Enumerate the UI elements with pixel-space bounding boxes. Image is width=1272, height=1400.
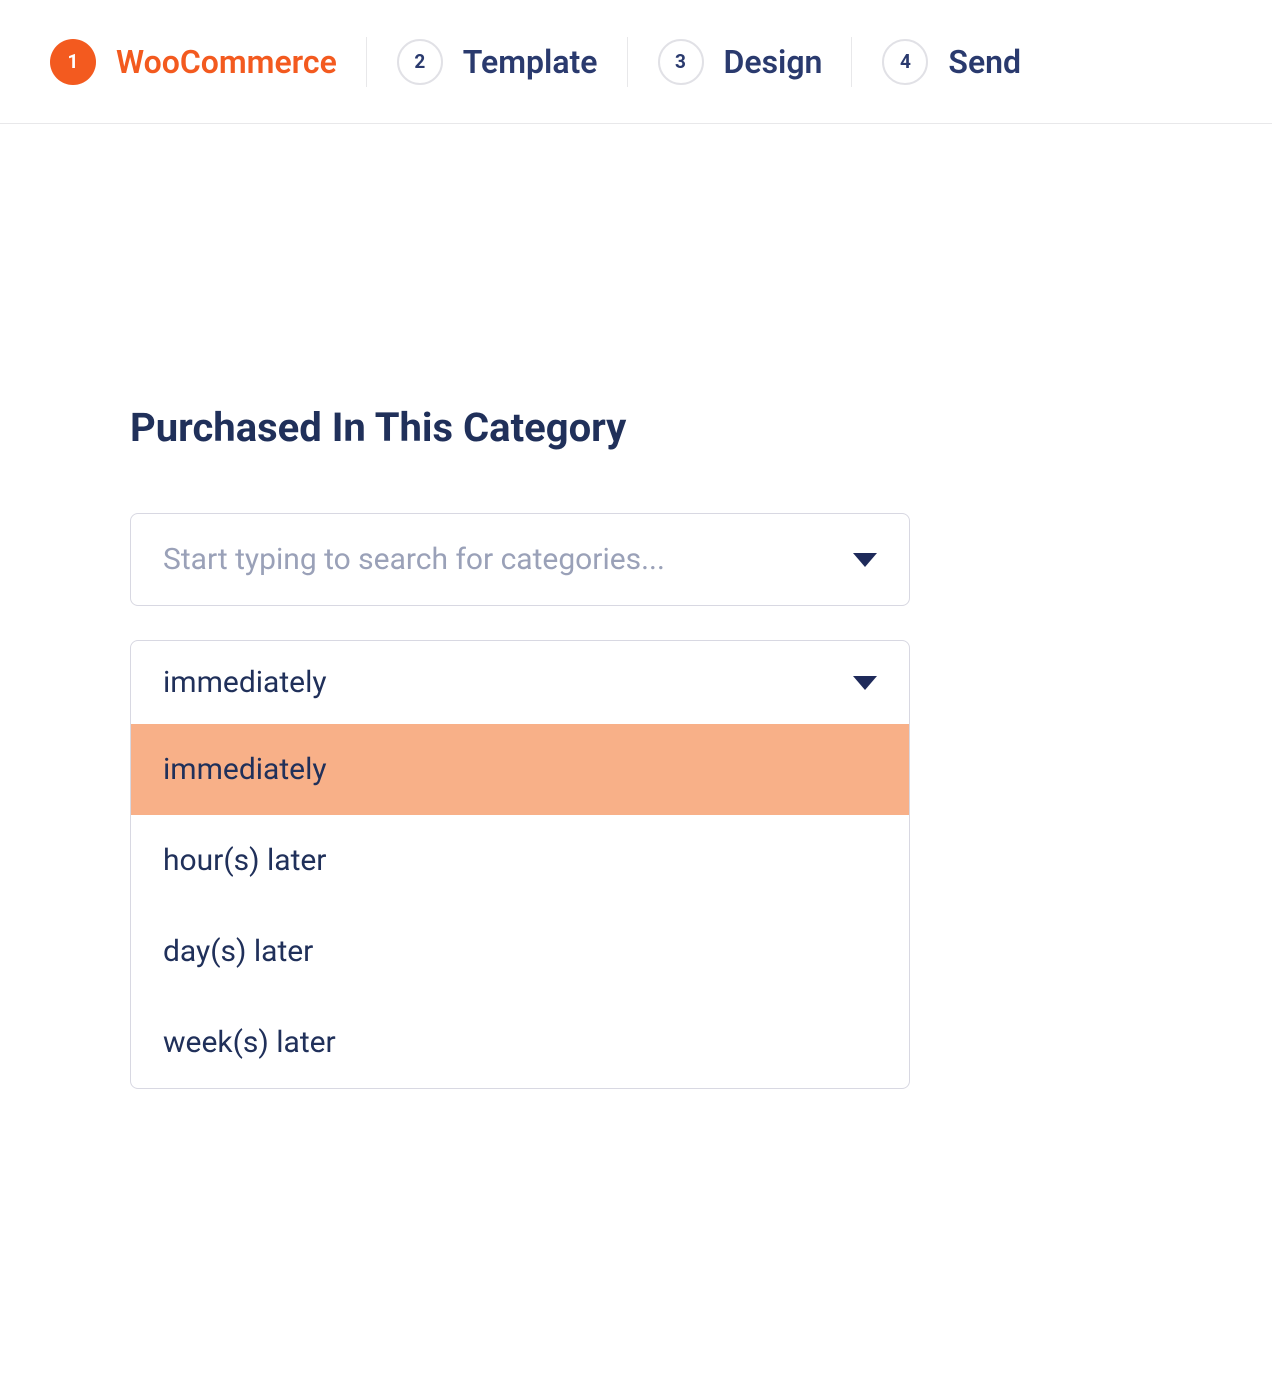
step-number-badge: 4 bbox=[882, 39, 928, 85]
step-number-badge: 2 bbox=[397, 39, 443, 85]
timing-selected-value: immediately bbox=[163, 665, 327, 700]
step-number-badge: 3 bbox=[658, 39, 704, 85]
timing-dropdown-selected[interactable]: immediately bbox=[131, 641, 909, 724]
step-label: Send bbox=[948, 43, 1021, 81]
timing-option-weeks[interactable]: week(s) later bbox=[131, 997, 909, 1088]
chevron-down-icon bbox=[853, 676, 877, 690]
step-send[interactable]: 4 Send bbox=[852, 39, 1051, 85]
category-search-select[interactable]: Start typing to search for categories... bbox=[130, 513, 910, 606]
step-template[interactable]: 2 Template bbox=[367, 39, 628, 85]
step-number-badge: 1 bbox=[50, 39, 96, 85]
step-label: Design bbox=[724, 43, 823, 81]
step-label: WooCommerce bbox=[116, 43, 337, 81]
timing-option-immediately[interactable]: immediately bbox=[131, 724, 909, 815]
category-search-placeholder: Start typing to search for categories... bbox=[163, 542, 665, 577]
step-woocommerce[interactable]: 1 WooCommerce bbox=[20, 39, 367, 85]
timing-option-hours[interactable]: hour(s) later bbox=[131, 815, 909, 906]
timing-option-days[interactable]: day(s) later bbox=[131, 906, 909, 997]
chevron-down-icon bbox=[853, 553, 877, 567]
step-label: Template bbox=[463, 43, 598, 81]
timing-dropdown: immediately immediately hour(s) later da… bbox=[130, 640, 910, 1089]
section-title: Purchased In This Category bbox=[130, 404, 910, 451]
timing-dropdown-options: immediately hour(s) later day(s) later w… bbox=[131, 724, 909, 1088]
step-design[interactable]: 3 Design bbox=[628, 39, 853, 85]
stepper: 1 WooCommerce 2 Template 3 Design 4 Send bbox=[0, 0, 1272, 124]
main-content: Purchased In This Category Start typing … bbox=[0, 124, 1040, 1089]
